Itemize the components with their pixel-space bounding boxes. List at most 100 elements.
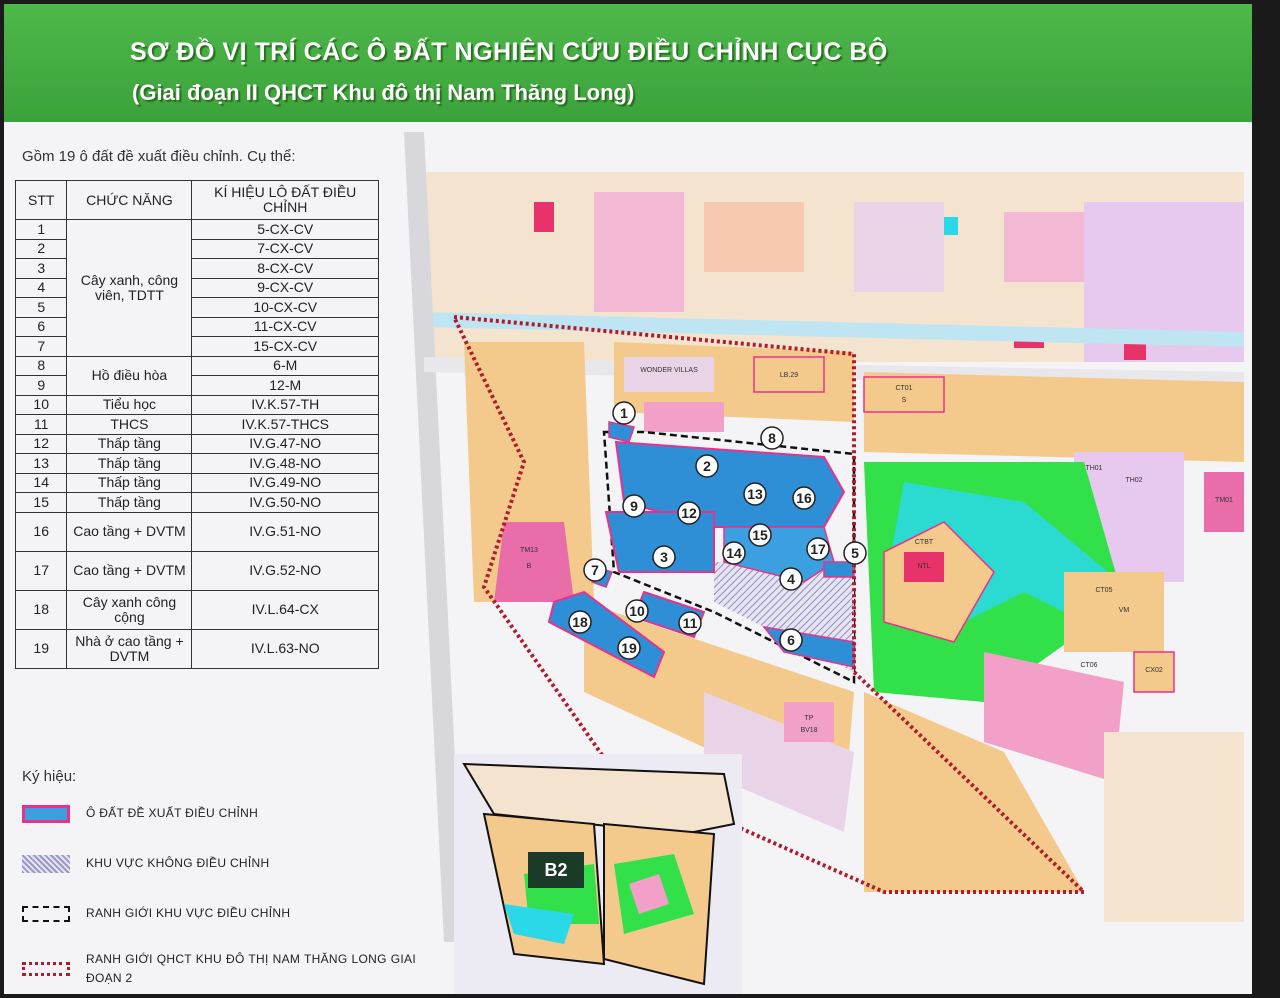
- label-tm13: TM13: [520, 547, 538, 554]
- legend-swatch-dashed: [22, 905, 70, 922]
- legend-swatch-adjust: [22, 804, 70, 823]
- legend-item-boundary: RANH GIỚI KHU VỰC ĐIỀU CHỈNH: [22, 904, 416, 923]
- parcel-marker-14: 14: [722, 541, 746, 565]
- parcel-marker-3: 3: [652, 545, 676, 569]
- cell-code: IV.K.57-TH: [191, 394, 379, 415]
- svg-text:5: 5: [851, 545, 859, 561]
- table-row: 16 Cao tầng + DVTM IV.G.51-NO: [14, 511, 379, 552]
- cell-function: Cây xanh, công viên, TDTT: [66, 219, 193, 357]
- svg-text:15: 15: [752, 527, 768, 543]
- parcel-marker-10: 10: [625, 599, 649, 623]
- label-th01: TH01: [1085, 465, 1102, 472]
- table-row: 10 Tiểu học IV.K.57-TH: [14, 394, 379, 415]
- cell-code: 10-CX-CV: [191, 297, 379, 318]
- cell-function: Cây xanh công cộng: [66, 589, 193, 630]
- cell-stt: 15: [14, 492, 68, 513]
- cell-function: Thấp tầng: [66, 472, 193, 493]
- title-banner: SƠ ĐỒ VỊ TRÍ CÁC Ô ĐẤT NGHIÊN CỨU ĐIỀU C…: [4, 4, 1252, 122]
- parcel-marker-15: 15: [748, 523, 772, 547]
- cell-code: IV.G.52-NO: [191, 550, 379, 591]
- parcel-marker-1: 1: [612, 401, 636, 425]
- slide: SƠ ĐỒ VỊ TRÍ CÁC Ô ĐẤT NGHIÊN CỨU ĐIỀU C…: [4, 4, 1252, 994]
- col-header-stt: STT: [14, 180, 68, 220]
- legend-label: KHU VỰC KHÔNG ĐIỀU CHỈNH: [86, 856, 270, 870]
- parcel-marker-5: 5: [843, 541, 867, 565]
- svg-text:8: 8: [768, 430, 776, 446]
- cell-function: Cao tầng + DVTM: [66, 511, 193, 552]
- col-header-code: KÍ HIỆU LÔ ĐẤT ĐIỀU CHỈNH: [191, 180, 379, 220]
- cell-stt: 9: [14, 375, 68, 396]
- cell-code: IV.K.57-THCS: [191, 414, 379, 435]
- table-row: 15 Thấp tầng IV.G.50-NO: [14, 492, 379, 513]
- svg-text:1: 1: [620, 405, 628, 421]
- inset-map: B2: [454, 754, 742, 994]
- table-row: 19 Nhà ở cao tầng + DVTM IV.L.63-NO: [14, 628, 379, 669]
- label-vm: VM: [1119, 607, 1130, 614]
- parcel-marker-19: 19: [617, 636, 641, 660]
- label-th02: TH02: [1125, 477, 1142, 484]
- cell-function: Thấp tầng: [66, 453, 193, 474]
- label-ctbt: CTBT: [915, 539, 934, 546]
- cell-stt: 2: [14, 238, 68, 259]
- table-row: 18 Cây xanh công cộng IV.L.64-CX: [14, 589, 379, 630]
- svg-text:17: 17: [810, 541, 826, 557]
- cell-stt: 6: [14, 316, 68, 337]
- parcel-marker-11: 11: [678, 611, 702, 635]
- cell-stt: 10: [14, 394, 68, 415]
- cell-stt: 14: [14, 472, 68, 493]
- cell-code: 9-CX-CV: [191, 277, 379, 298]
- cell-stt: 7: [14, 336, 68, 357]
- page-title: SƠ ĐỒ VỊ TRÍ CÁC Ô ĐẤT NGHIÊN CỨU ĐIỀU C…: [130, 38, 888, 66]
- cell-code: 11-CX-CV: [191, 316, 379, 337]
- legend-label: Ô ĐẤT ĐỀ XUẤT ĐIỀU CHỈNH: [86, 806, 259, 820]
- cell-code: 15-CX-CV: [191, 336, 379, 357]
- parcel-marker-16: 16: [792, 486, 816, 510]
- cell-function: Nhà ở cao tầng + DVTM: [66, 628, 193, 669]
- svg-text:11: 11: [683, 615, 698, 631]
- parcel-marker-6: 6: [779, 628, 803, 652]
- cell-function: Thấp tầng: [66, 492, 193, 513]
- cell-stt: 11: [14, 414, 68, 435]
- svg-text:4: 4: [787, 571, 795, 587]
- cell-code: 5-CX-CV: [191, 219, 379, 240]
- cell-code: 8-CX-CV: [191, 258, 379, 279]
- svg-text:2: 2: [703, 458, 711, 474]
- cell-function: Tiểu học: [66, 394, 193, 415]
- label-s: S: [902, 397, 907, 404]
- cell-code: IV.G.51-NO: [191, 511, 379, 552]
- parcel-marker-12: 12: [677, 501, 701, 525]
- cell-stt: 3: [14, 258, 68, 279]
- cell-stt: 16: [14, 511, 68, 552]
- cell-stt: 17: [14, 550, 68, 591]
- legend-swatch-dotted: [22, 962, 70, 976]
- label-tp: TP: [805, 715, 814, 722]
- cell-code: IV.G.49-NO: [191, 472, 379, 493]
- svg-text:6: 6: [787, 632, 795, 648]
- legend-label: RANH GIỚI KHU VỰC ĐIỀU CHỈNH: [86, 906, 291, 920]
- label-lb29: LB.29: [780, 372, 798, 379]
- label-bv18: BV18: [800, 727, 817, 734]
- svg-text:7: 7: [591, 562, 599, 578]
- svg-text:19: 19: [621, 640, 637, 656]
- table-row: 1 Cây xanh, công viên, TDTT 5-CX-CV: [14, 219, 379, 357]
- cell-code: 7-CX-CV: [191, 238, 379, 259]
- cell-stt: 12: [14, 433, 68, 454]
- cell-function: Thấp tầng: [66, 433, 193, 454]
- cell-code: 12-M: [191, 375, 379, 396]
- label-ct06: CT06: [1080, 662, 1097, 669]
- table-row: 14 Thấp tầng IV.G.49-NO: [14, 472, 379, 493]
- parcel-marker-4: 4: [779, 567, 803, 591]
- svg-text:3: 3: [660, 549, 668, 565]
- cell-stt: 8: [14, 355, 68, 376]
- cell-stt: 1: [14, 219, 68, 240]
- cell-function: Cao tầng + DVTM: [66, 550, 193, 591]
- cell-code: IV.G.47-NO: [191, 433, 379, 454]
- parcel-marker-2: 2: [695, 454, 719, 478]
- cell-stt: 5: [14, 297, 68, 318]
- label-cx02: CX02: [1145, 667, 1163, 674]
- cell-code: IV.G.50-NO: [191, 492, 379, 513]
- col-header-function: CHỨC NĂNG: [66, 180, 193, 220]
- cell-code: IV.L.63-NO: [191, 628, 379, 669]
- parcel-marker-17: 17: [806, 537, 830, 561]
- parcel-marker-9: 9: [622, 494, 646, 518]
